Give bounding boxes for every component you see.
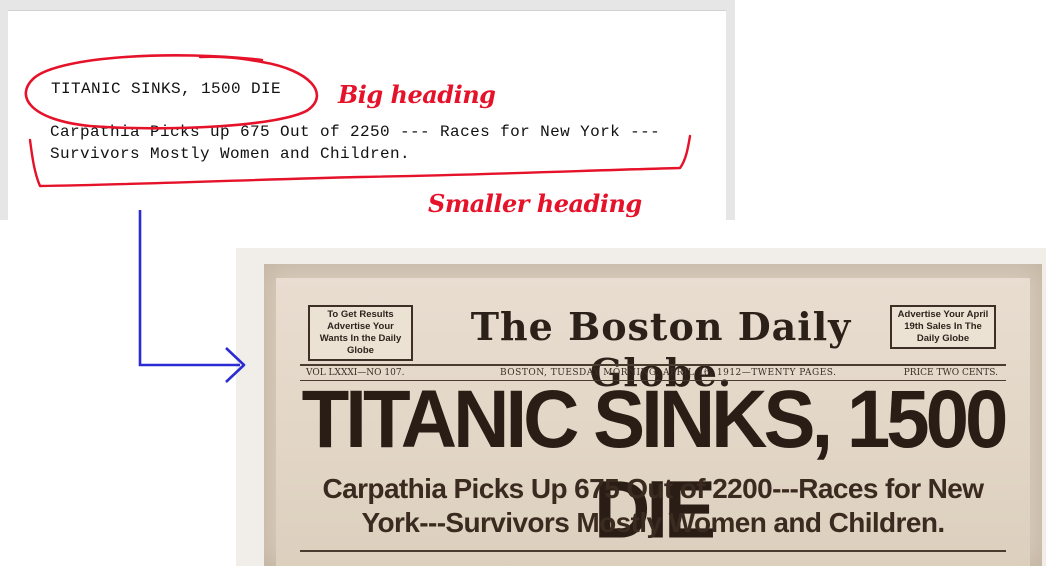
big-heading-label: Big heading: [338, 80, 496, 109]
pointer-arrow-line: [138, 210, 240, 367]
smaller-heading-label: Smaller heading: [428, 189, 642, 218]
smaller-heading-line-1: Carpathia Picks up 675 Out of 2250 --- R…: [50, 123, 661, 141]
newspaper-subhead-line-1: Carpathia Picks Up 675 Out of 2200---Rac…: [322, 473, 985, 504]
big-heading-text: TITANIC SINKS, 1500 DIE: [51, 80, 282, 98]
bottom-rule: [300, 550, 1006, 552]
newspaper-subhead-line-2: York---Survivors Mostly Women and Childr…: [361, 507, 945, 538]
newspaper-page: To Get Results Advertise Your Wants In t…: [276, 278, 1030, 566]
smaller-heading-line-2: Survivors Mostly Women and Children.: [50, 145, 411, 163]
left-ear-ad: To Get Results Advertise Your Wants In t…: [308, 305, 413, 361]
smaller-heading-text: Carpathia Picks up 675 Out of 2250 --- R…: [50, 121, 660, 165]
newspaper-subhead: Carpathia Picks Up 675 Out of 2200---Rac…: [276, 472, 1030, 540]
newspaper-photo: To Get Results Advertise Your Wants In t…: [264, 264, 1042, 566]
right-ear-ad: Advertise Your April 19th Sales In The D…: [890, 305, 996, 349]
